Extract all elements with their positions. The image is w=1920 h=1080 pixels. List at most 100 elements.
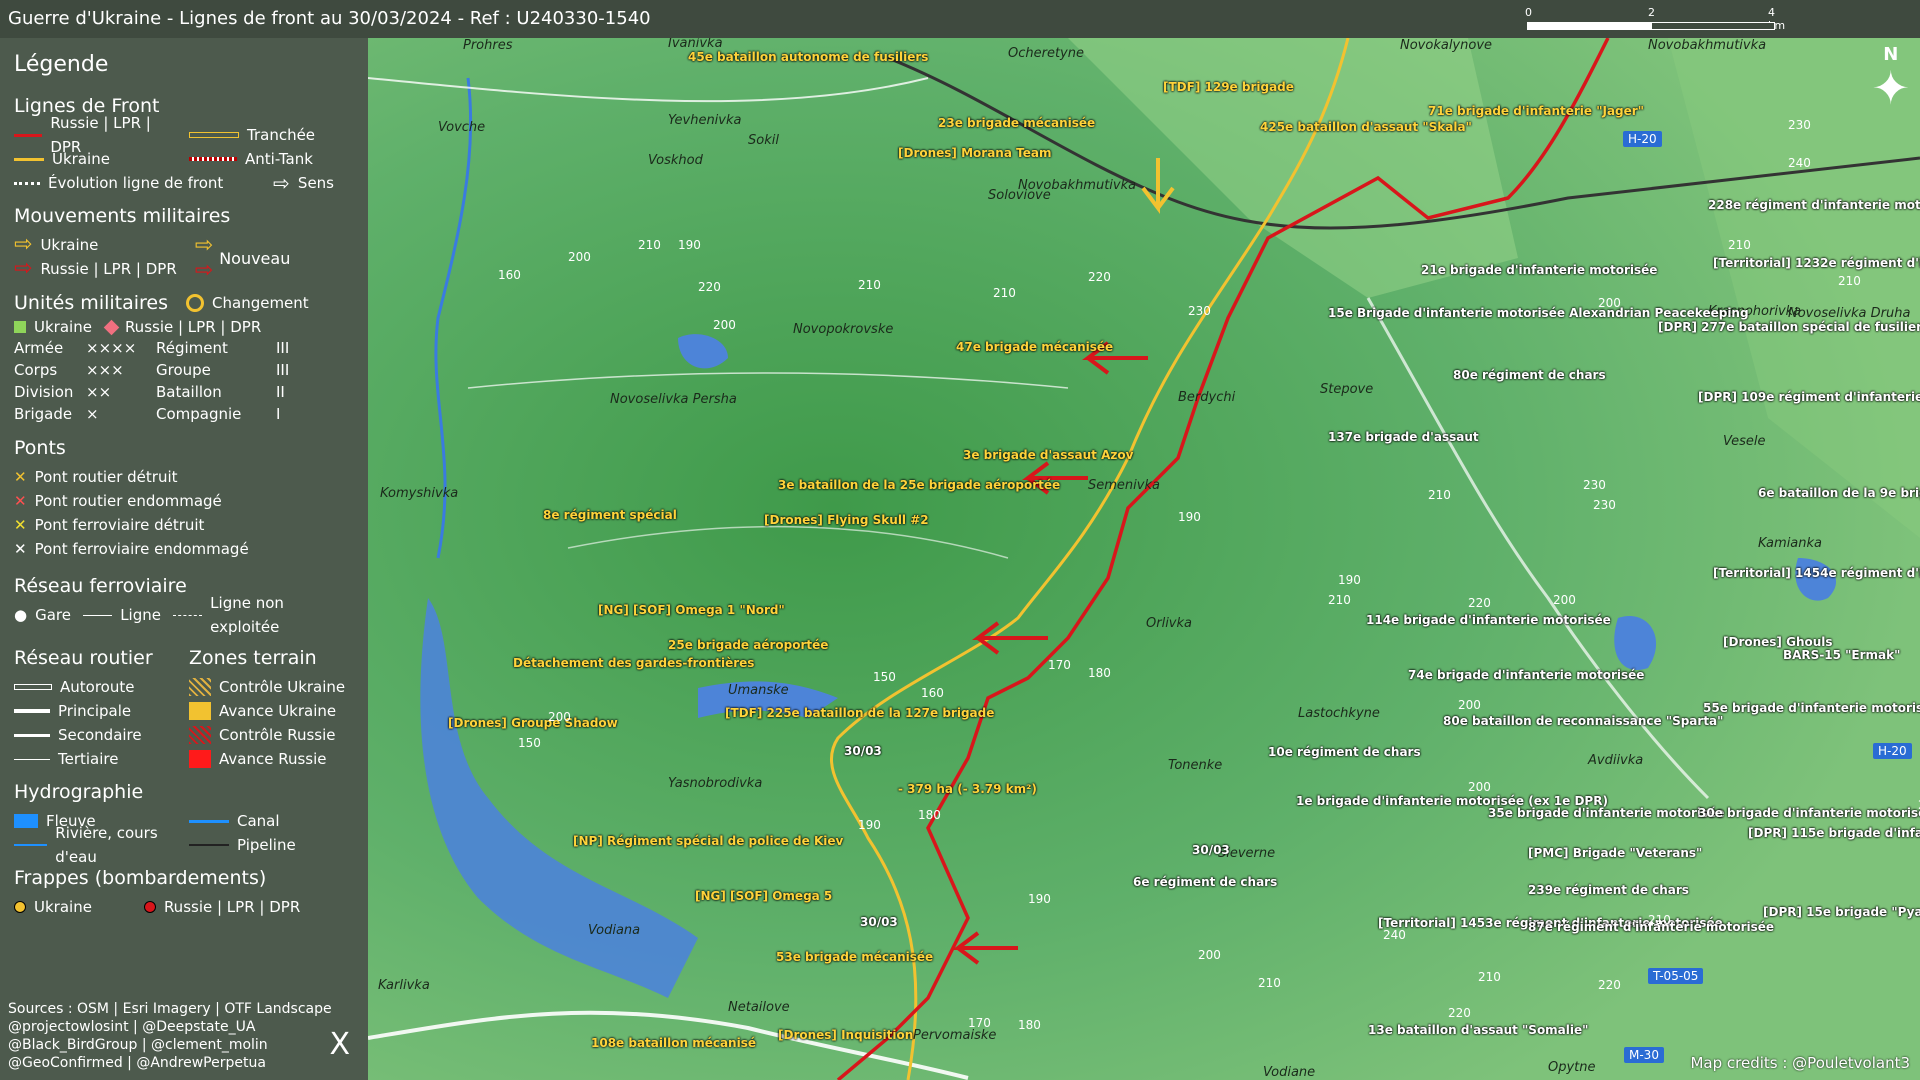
change-circle-icon	[186, 294, 205, 312]
elevation-label: 210	[1258, 976, 1281, 990]
hydro-title: Hydrographie	[14, 781, 144, 803]
elevation-label: 200	[1198, 948, 1221, 962]
bridges-title: Ponts	[14, 437, 66, 459]
legend-pipeline: Pipeline	[237, 836, 296, 854]
legend-rail-line: Ligne	[120, 606, 161, 624]
ru-unit-label: [DPR] 15e brigade "Pyatnashka"	[1763, 905, 1920, 919]
town-label: Novobakhmutivka	[1648, 38, 1767, 53]
x-social-icon[interactable]: X	[329, 1030, 350, 1060]
elevation-label: 150	[518, 736, 541, 750]
town-label: Prohres	[463, 38, 513, 53]
scale-bar: 0 2 4 km	[1520, 6, 1785, 34]
legend-direction: Sens	[297, 174, 334, 192]
ua-unit-label: 53e brigade mécanisée	[776, 950, 934, 964]
ua-unit-label: [TDF] 129e brigade	[1163, 80, 1294, 94]
town-label: Avdiivka	[1588, 753, 1644, 768]
elevation-label: 190	[1338, 573, 1361, 587]
unit-size-cell: ×	[86, 405, 99, 423]
ru-unit-label: 10e régiment de chars	[1268, 745, 1421, 759]
ru-unit-label: BARS-15 "Ermak"	[1783, 648, 1901, 662]
elevation-label: 210	[858, 278, 881, 292]
legend-zone-3: Avance Russie	[219, 750, 327, 768]
ru-unit-label: 6e bataillon de la 9e brigade de marine	[1758, 486, 1920, 500]
town-label: Novoselivka Druha	[1788, 306, 1911, 321]
town-label: Novopokrovske	[793, 322, 894, 337]
elevation-label: 200	[713, 318, 736, 332]
town-label: Pervomaiske	[913, 1028, 997, 1043]
elevation-label: 210	[1478, 970, 1501, 984]
elevation-label: 180	[1088, 666, 1111, 680]
arrow-icon: ⇨	[273, 171, 290, 195]
legend-strike-ru: Russie | LPR | DPR	[163, 898, 301, 916]
legend-zone-2: Contrôle Russie	[219, 726, 336, 744]
legend-zone-0: Contrôle Ukraine	[219, 678, 346, 696]
elevation-label: 210	[993, 286, 1016, 300]
town-label: Sokil	[748, 133, 779, 148]
ru-unit-label: 15e Brigade d'infanterie motorisée Alexa…	[1328, 306, 1749, 320]
town-label: Voskhod	[648, 153, 703, 168]
legend-heading: Légende	[14, 52, 109, 77]
scale-tick-0: 0	[1525, 6, 1532, 19]
ua-unit-label: [Drones] Inquisition	[778, 1028, 914, 1042]
ru-unit-label: [Territorial] 1232e régiment d'infanteri…	[1713, 256, 1920, 270]
elevation-label: 220	[1448, 1006, 1471, 1020]
bridge-x-icon: ✕	[14, 468, 27, 486]
unit-size-cell: Division	[14, 383, 74, 401]
map-canvas[interactable]: Ivanivka Prohres Ocheretyne Novokalynove Nov…	[368, 38, 1920, 1080]
legend-strike-ua: Ukraine	[34, 898, 92, 916]
legend-ua-move: Ukraine	[40, 236, 99, 254]
town-label: Komyshivka	[380, 486, 459, 501]
date-label: 30/03	[860, 915, 898, 929]
ua-unit-label: - 379 ha (- 3.79 km²)	[898, 782, 1037, 796]
elevation-label: 230	[1788, 118, 1811, 132]
ru-unit-label: [DPR] 115e brigade d'infanterie motorisé…	[1748, 826, 1920, 840]
scale-tick-2: 2	[1648, 6, 1655, 19]
legend-new: Nouveau	[219, 248, 291, 268]
town-label: Ocheretyne	[1008, 46, 1084, 61]
ua-unit-label: 8e régiment spécial	[543, 508, 677, 522]
elevation-label: 240	[1788, 156, 1811, 170]
elevation-label: 240	[1383, 928, 1406, 942]
legend-canal: Canal	[237, 812, 280, 830]
unit-size-cell: ××××	[86, 339, 137, 357]
town-label: Umanske	[728, 683, 789, 698]
legend-antitank: Anti-Tank	[245, 150, 313, 168]
elevation-label: 200	[1553, 593, 1576, 607]
source-line: Sources : OSM | Esri Imagery | OTF Lands…	[8, 1001, 332, 1017]
unit-size-cell: Groupe	[156, 361, 211, 379]
source-line: @GeoConfirmed | @AndrewPerpetua	[8, 1055, 266, 1071]
ua-unit-label: [NG] [SOF] Omega 5	[695, 889, 833, 903]
legend-rail-unused: Ligne non exploitée	[210, 594, 284, 636]
town-label: Stepove	[1320, 382, 1374, 397]
strikes-title: Frappes (bombardements)	[14, 867, 267, 889]
town-label: Soloviove	[988, 188, 1051, 203]
road-shield: H-20	[1873, 743, 1912, 759]
ua-unit-label: [Drones] Flying Skull #2	[764, 513, 929, 527]
legend-trench: Tranchée	[247, 126, 316, 144]
ua-unit-label: [Drones] Groupe Shadow	[448, 716, 618, 730]
elevation-label: 180	[918, 808, 941, 822]
elevation-label: 220	[1088, 270, 1111, 284]
legend-panel: Légende Lignes de Front Russie | LPR | D…	[0, 38, 368, 1080]
town-label: Kamianka	[1758, 536, 1823, 551]
town-label: Veselе	[1723, 434, 1766, 449]
ua-unit-label: [NG] [SOF] Omega 1 "Nord"	[598, 603, 785, 617]
ua-unit-label: 25e brigade aéroportée	[668, 638, 829, 652]
ua-unit-label: 45e bataillon autonome de fusiliers	[688, 50, 929, 64]
ru-unit-label: 30e brigade d'infanterie motorisée	[1698, 806, 1920, 820]
legend-bridge-0: Pont routier détruit	[34, 468, 178, 486]
elevation-label: 180	[1018, 1018, 1041, 1032]
units-title: Unités militaires	[14, 292, 169, 314]
ru-unit-label: 74e brigade d'infanterie motorisée	[1408, 668, 1645, 682]
legend-ua-unit: Ukraine	[34, 318, 92, 336]
town-label: Tonenke	[1168, 758, 1223, 773]
ru-unit-label: 228e régiment d'infanterie motorisée	[1708, 198, 1920, 212]
unit-size-cell: Régiment	[156, 339, 228, 357]
town-label: Yasnobrodivka	[668, 776, 763, 791]
ua-unit-label: 3e brigade d'assaut Azov	[963, 448, 1134, 462]
unit-size-cell: III	[276, 339, 290, 357]
unit-size-cell: II	[276, 383, 285, 401]
bridge-x-icon: ✕	[14, 492, 27, 510]
map-credits: Map credits : @Pouletvolant3	[1690, 1054, 1910, 1072]
elevation-label: 210	[1328, 593, 1351, 607]
